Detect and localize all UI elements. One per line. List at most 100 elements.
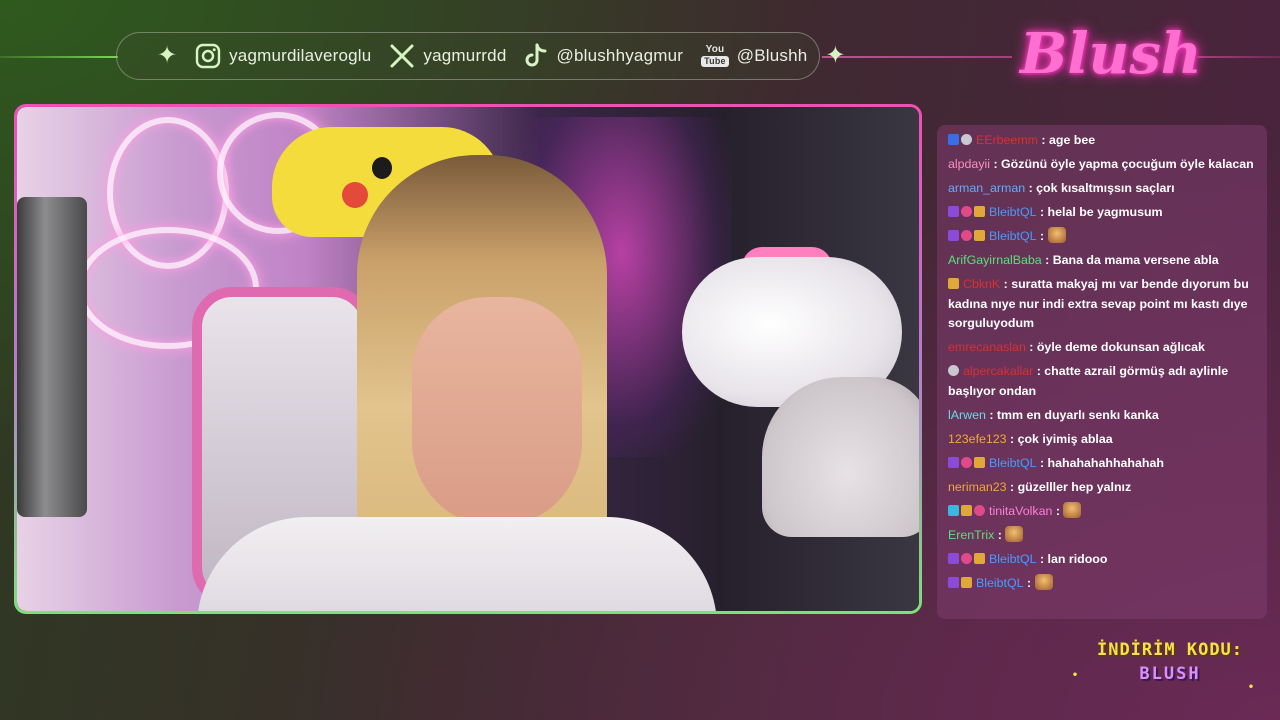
social-tiktok[interactable]: @blushhyagmur bbox=[524, 43, 683, 69]
sparkle-icon: • bbox=[1072, 670, 1079, 681]
youtube-label-tube: Tube bbox=[701, 56, 729, 67]
user-badges bbox=[948, 205, 985, 217]
chat-message: tinitaVolkan : bbox=[948, 501, 1257, 522]
chat-message: alpercakallar : chatte azrail görmüş adı… bbox=[948, 364, 1229, 398]
chat-message: BleibtQL : lan ridooo bbox=[948, 550, 1257, 570]
pink-badge-icon bbox=[961, 229, 972, 241]
purple-badge-icon bbox=[948, 456, 959, 468]
chat-panel[interactable]: EErbeemm : age bee alpdayii : Gözünü öyle… bbox=[937, 125, 1267, 619]
chat-message: EErbeemm : age bee bbox=[948, 131, 1257, 151]
x-logo-icon bbox=[389, 43, 415, 69]
user-badges bbox=[948, 134, 972, 145]
chat-text: çok kısaltmışsın saçları bbox=[1036, 180, 1175, 195]
chat-text: öyle deme dokunsan ağlıcak bbox=[1036, 340, 1205, 355]
chat-username[interactable]: BleibtQL bbox=[976, 576, 1024, 590]
chat-text: age bee bbox=[1049, 133, 1096, 147]
gold-badge-icon bbox=[961, 576, 972, 588]
youtube-handle: @Blushh bbox=[736, 46, 808, 65]
chat-username[interactable]: 123efe123 bbox=[948, 432, 1007, 446]
chat-username[interactable]: BleibtQL bbox=[989, 552, 1037, 566]
purple-badge-icon bbox=[948, 576, 959, 588]
discount-code: BLUSH bbox=[1139, 664, 1201, 684]
tiktok-icon bbox=[524, 43, 548, 69]
social-x[interactable]: yagmurrdd bbox=[389, 43, 506, 69]
user-badges bbox=[948, 229, 985, 241]
social-youtube[interactable]: You Tube @Blushh bbox=[701, 45, 807, 67]
chat-message: ErenTrix : bbox=[948, 525, 1257, 546]
user-badges bbox=[948, 277, 959, 289]
grey-badge-icon bbox=[948, 365, 959, 377]
pink-badge-icon bbox=[961, 552, 972, 564]
user-badges bbox=[948, 552, 985, 564]
chat-text: çok iyimiş ablaa bbox=[1017, 431, 1113, 446]
pet-bed bbox=[762, 377, 919, 537]
chat-message: arman_arman : çok kısaltmışsın saçları bbox=[948, 180, 1175, 195]
chat-message: 123efe123 : çok iyimiş ablaa bbox=[948, 431, 1113, 446]
chat-username[interactable]: tinitaVolkan bbox=[989, 504, 1052, 518]
tiktok-handle: @blushhyagmur bbox=[556, 46, 684, 65]
gold-badge-icon bbox=[974, 205, 985, 217]
emote-icon bbox=[1005, 525, 1024, 542]
chat-message: BleibtQL : hahahahahhahahah bbox=[948, 454, 1257, 474]
chat-username[interactable]: BleibtQL bbox=[989, 456, 1037, 470]
chat-username[interactable]: neriman23 bbox=[948, 480, 1007, 494]
chat-username[interactable]: alpercakallar bbox=[963, 364, 1033, 378]
gold-badge-icon bbox=[974, 229, 985, 241]
instagram-icon bbox=[195, 43, 221, 69]
pink-badge-icon bbox=[961, 456, 972, 468]
chat-text: Bana da mama versene abla bbox=[1052, 252, 1219, 267]
chat-message: lArwen : tmm en duyarlı senkı kanka bbox=[948, 407, 1159, 422]
social-bar: ✦ yagmurdilaveroglu yagmurrdd @blushhyag… bbox=[116, 32, 846, 80]
header-line-right bbox=[822, 56, 1012, 58]
webcam-frame bbox=[14, 104, 922, 614]
pink-badge-icon bbox=[974, 504, 985, 516]
chat-username[interactable]: lArwen bbox=[948, 408, 986, 422]
emote-icon bbox=[1047, 226, 1066, 243]
gold-badge-icon bbox=[961, 504, 972, 516]
streamer-shirt bbox=[197, 517, 717, 611]
chat-username[interactable]: ErenTrix bbox=[948, 528, 994, 542]
user-badges bbox=[948, 456, 985, 468]
chat-username[interactable]: alpdayii bbox=[948, 157, 990, 171]
chat-message: BleibtQL : bbox=[948, 573, 1257, 594]
discount-code-banner: İNDİRİM KODU: BLUSH • • bbox=[1072, 640, 1260, 702]
gold-badge-icon bbox=[974, 552, 985, 564]
user-badges bbox=[948, 504, 985, 516]
youtube-label-you: You bbox=[705, 44, 725, 55]
chat-message: ArifGayirnalBaba : Bana da mama versene … bbox=[948, 252, 1219, 267]
gold-badge-icon bbox=[974, 456, 985, 468]
chat-username[interactable]: CbknK bbox=[963, 277, 1000, 291]
chat-username[interactable]: emrecanaslan bbox=[948, 340, 1026, 354]
header-line-far-right bbox=[1196, 56, 1280, 58]
chat-message: neriman23 : güzelller hep yalnız bbox=[948, 479, 1132, 494]
blue-badge-icon bbox=[948, 134, 959, 145]
chat-message: BleibtQL : helal be yagmusum bbox=[948, 203, 1257, 223]
streamer-face bbox=[412, 297, 582, 527]
chat-username[interactable]: BleibtQL bbox=[989, 229, 1037, 243]
chat-username[interactable]: ArifGayirnalBaba bbox=[948, 253, 1042, 267]
chat-text: hahahahahhahahah bbox=[1047, 455, 1164, 470]
chat-text: güzelller hep yalnız bbox=[1017, 479, 1132, 494]
emote-icon bbox=[1063, 501, 1082, 518]
sparkle-icon: ✦ bbox=[157, 42, 178, 69]
chat-username[interactable]: EErbeemm bbox=[976, 133, 1038, 147]
purple-badge-icon bbox=[948, 552, 959, 564]
chat-message: CbknK : suratta makyaj mı var bende dıyo… bbox=[948, 276, 1249, 331]
emote-icon bbox=[1034, 573, 1053, 590]
grey-badge-icon bbox=[961, 134, 972, 145]
chat-username[interactable]: arman_arman bbox=[948, 181, 1025, 195]
user-badges bbox=[948, 365, 959, 377]
chat-username[interactable]: BleibtQL bbox=[989, 205, 1037, 219]
pink-badge-icon bbox=[961, 205, 972, 217]
user-badges bbox=[948, 576, 972, 588]
instagram-handle: yagmurdilaveroglu bbox=[229, 46, 372, 65]
chat-text: Gözünü öyle yapma çocuğum öyle kalacan bbox=[1001, 156, 1254, 171]
purple-badge-icon bbox=[948, 229, 959, 241]
blush-logo: Blush bbox=[1020, 21, 1202, 87]
chat-text: tmm en duyarlı senkı kanka bbox=[996, 407, 1159, 422]
youtube-icon: You Tube bbox=[701, 45, 729, 67]
chat-text: lan ridooo bbox=[1047, 551, 1108, 566]
social-instagram[interactable]: yagmurdilaveroglu bbox=[195, 43, 371, 69]
sparkle-icon: ✦ bbox=[825, 42, 846, 69]
chat-message: alpdayii : Gözünü öyle yapma çocuğum öyl… bbox=[948, 156, 1254, 171]
